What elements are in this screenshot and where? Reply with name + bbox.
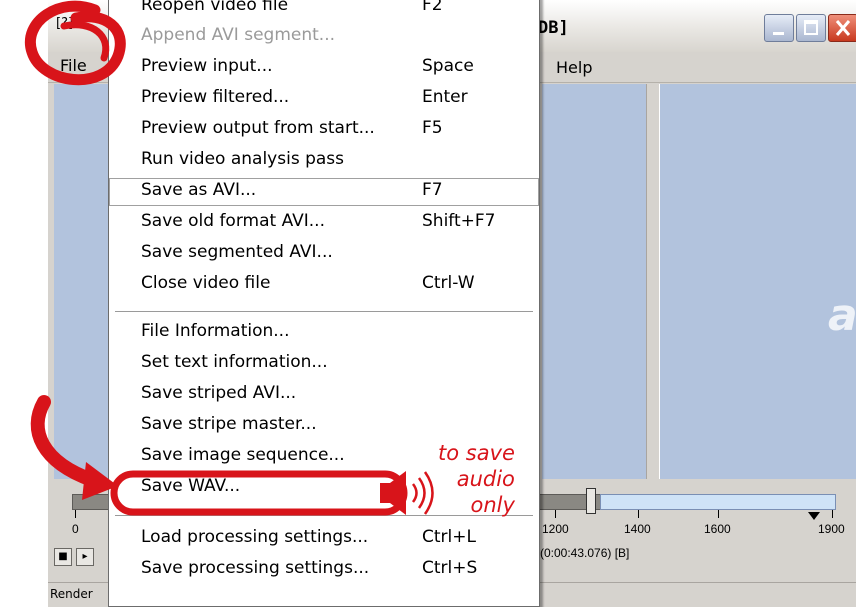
- annotation-arrow-icon: [30, 395, 118, 500]
- annotation-line: audio: [456, 467, 515, 491]
- annotation-highlight-box: [110, 470, 408, 516]
- annotation-line: only: [470, 493, 515, 517]
- annotation-note: to save audio only: [438, 440, 515, 518]
- annotation-circle-icon: [24, 0, 126, 86]
- annotation-overlay: [24, 0, 434, 516]
- annotation-line: to save: [438, 441, 515, 465]
